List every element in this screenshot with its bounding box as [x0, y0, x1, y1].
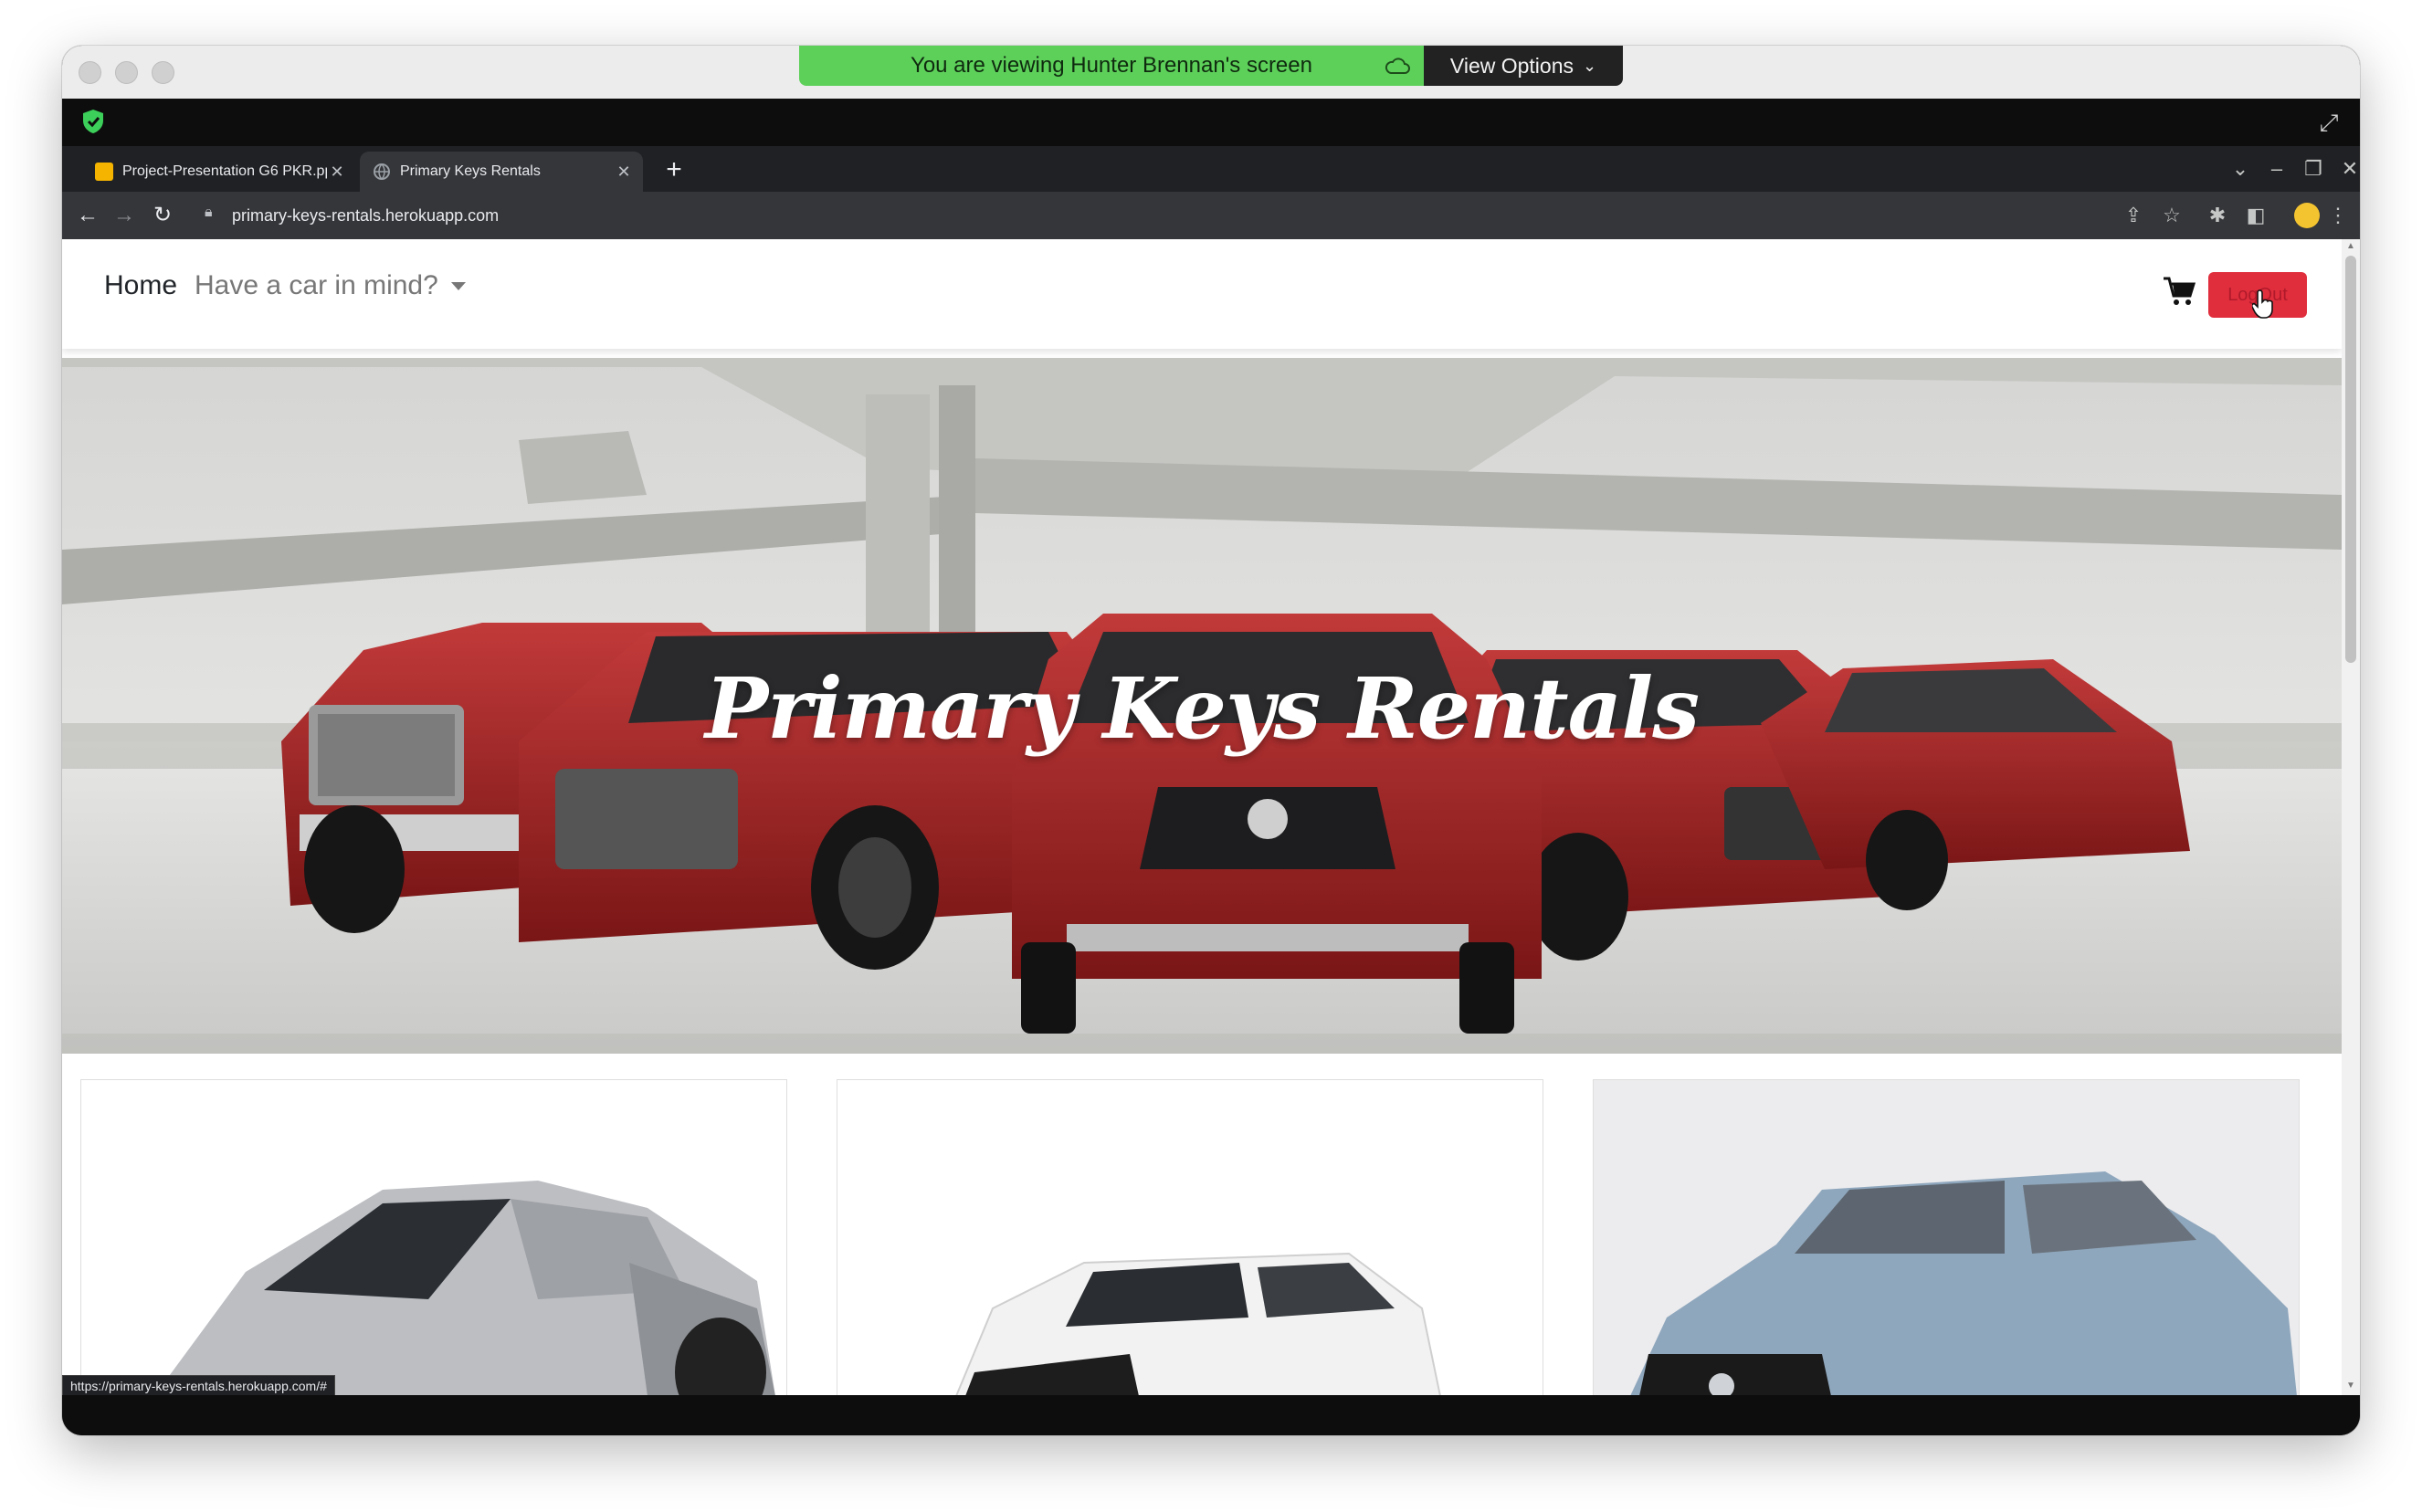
- close-icon[interactable]: ✕: [614, 163, 634, 182]
- car-image-hatchback: [955, 1252, 1441, 1395]
- hero-title: Primary Keys Rentals: [705, 659, 1700, 758]
- tab-label: Primary Keys Rentals: [400, 163, 541, 179]
- status-bar-url: https://primary-keys-rentals.herokuapp.c…: [62, 1375, 335, 1395]
- page-scrollbar[interactable]: ▲ ▼: [2342, 239, 2360, 1395]
- viewer-top-strip: ⤢: [62, 99, 2360, 146]
- reload-icon[interactable]: ↻: [148, 201, 177, 230]
- shield-icon: [83, 110, 103, 133]
- restore-icon[interactable]: ❐: [2300, 157, 2327, 181]
- page-viewport: Home Have a car in mind? LogOut: [62, 239, 2342, 1395]
- lock-icon: 🔒︎: [205, 205, 213, 220]
- car-card[interactable]: [1593, 1079, 2300, 1395]
- slides-icon: [95, 163, 113, 181]
- address-bar[interactable]: primary-keys-rentals.herokuapp.com: [232, 192, 499, 239]
- tab-primary-keys[interactable]: Primary Keys Rentals ✕: [360, 152, 643, 192]
- close-window-icon[interactable]: ✕: [2336, 157, 2360, 181]
- view-options-label: View Options: [1449, 53, 1574, 78]
- car-image-sports: [154, 1181, 775, 1395]
- profile-avatar[interactable]: [2294, 203, 2320, 228]
- screen-share-banner: You are viewing Hunter Brennan's screen: [799, 46, 1424, 86]
- cloud-icon: [1385, 58, 1410, 74]
- car-image-sedan: [1594, 1080, 2299, 1395]
- car-card[interactable]: [80, 1079, 787, 1395]
- mac-titlebar: You are viewing Hunter Brennan's screen …: [62, 46, 2360, 100]
- minimize-icon[interactable]: –: [2263, 157, 2290, 181]
- site-navbar: Home Have a car in mind? LogOut: [62, 239, 2342, 349]
- car-dropdown-toggle[interactable]: Have a car in mind?: [195, 270, 466, 301]
- browser-tabstrip: Project-Presentation G6 PKR.pptx ✕ Prima…: [62, 146, 2360, 192]
- car-dropdown-label: Have a car in mind?: [195, 270, 438, 300]
- mac-window: You are viewing Hunter Brennan's screen …: [62, 46, 2360, 1435]
- chevron-down-icon: ⌄: [1583, 56, 1597, 75]
- minimize-traffic-light[interactable]: [115, 61, 138, 84]
- scrollbar-thumb[interactable]: [2345, 256, 2356, 663]
- tab-label: Project-Presentation G6 PKR.pptx: [122, 163, 327, 179]
- cursor-icon: [2252, 289, 2273, 319]
- browser-toolbar: ← → ↻ 🔒︎ primary-keys-rentals.herokuapp.…: [62, 192, 2360, 239]
- cart-icon[interactable]: [2163, 276, 2196, 307]
- hero-banner: Primary Keys Rentals: [62, 358, 2342, 1054]
- car-card[interactable]: [837, 1079, 1543, 1395]
- view-options-button[interactable]: View Options ⌄: [1424, 46, 1623, 86]
- share-icon[interactable]: ⇪: [2121, 203, 2146, 228]
- new-tab-button[interactable]: +: [659, 155, 689, 184]
- caret-down-icon: [450, 281, 466, 290]
- sidepanel-icon[interactable]: ◧: [2243, 203, 2269, 228]
- back-icon[interactable]: ←: [73, 201, 102, 230]
- close-traffic-light[interactable]: [79, 61, 101, 84]
- extensions-icon[interactable]: ✱: [2205, 203, 2230, 228]
- zoom-traffic-light[interactable]: [152, 61, 174, 84]
- globe-icon: [374, 163, 390, 180]
- nav-home-link[interactable]: Home: [104, 270, 177, 301]
- forward-icon[interactable]: →: [110, 201, 139, 230]
- scroll-down-icon[interactable]: ▼: [2345, 1381, 2356, 1391]
- tab-search-icon[interactable]: ⌄: [2227, 157, 2254, 181]
- scroll-up-icon[interactable]: ▲: [2345, 241, 2356, 252]
- expand-icon[interactable]: ⤢: [2316, 110, 2342, 135]
- star-icon[interactable]: ☆: [2159, 203, 2185, 228]
- close-icon[interactable]: ✕: [327, 163, 347, 182]
- share-banner-text: You are viewing Hunter Brennan's screen: [911, 53, 1312, 78]
- menu-icon[interactable]: ⋮: [2325, 203, 2351, 228]
- tab-presentation[interactable]: Project-Presentation G6 PKR.pptx ✕: [82, 152, 356, 192]
- viewer-bottom-strip: [62, 1395, 2360, 1435]
